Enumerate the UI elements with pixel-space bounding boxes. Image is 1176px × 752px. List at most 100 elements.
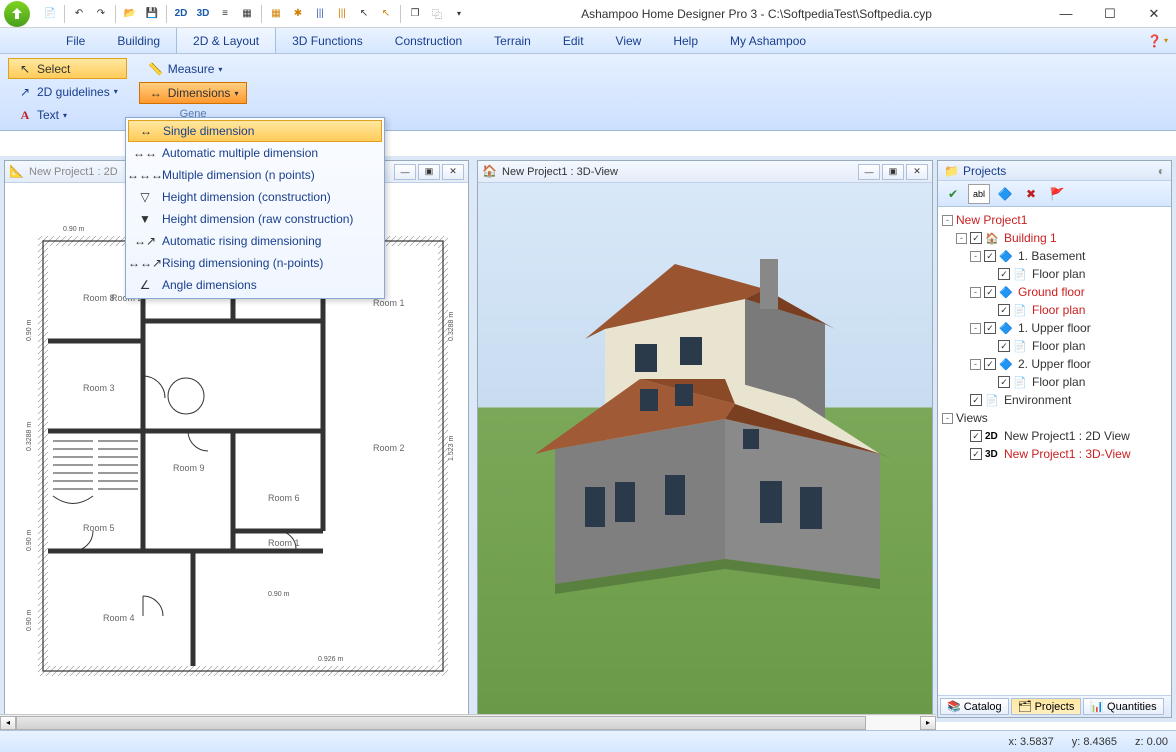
tree-checkbox[interactable]: ✓	[984, 250, 996, 262]
pane-2d-close[interactable]: ✕	[442, 164, 464, 180]
proj-tb-rename-icon[interactable]: abl	[968, 184, 990, 204]
tree-row-1[interactable]: -✓🏠Building 1	[942, 229, 1167, 247]
maximize-button[interactable]: ☐	[1088, 0, 1132, 28]
2d-guidelines-button[interactable]: ↗2D guidelines▾	[8, 81, 127, 102]
scroll-thumb[interactable]	[16, 716, 866, 730]
tree-checkbox[interactable]: ✓	[998, 268, 1010, 280]
tree-toggle[interactable]: -	[942, 215, 953, 226]
menu-building[interactable]: Building	[101, 28, 176, 53]
tree-row-12[interactable]: ✓2DNew Project1 : 2D View	[942, 427, 1167, 445]
tree-checkbox[interactable]: ✓	[970, 430, 982, 442]
menu-construction[interactable]: Construction	[379, 28, 478, 53]
qat-2d-icon[interactable]: 2D	[171, 4, 191, 24]
scroll-right-button[interactable]: ▸	[920, 716, 936, 730]
tree-checkbox[interactable]: ✓	[984, 358, 996, 370]
menu-edit[interactable]: Edit	[547, 28, 600, 53]
tree-row-6[interactable]: -✓🔷1. Upper floor	[942, 319, 1167, 337]
dim-menu-item-4[interactable]: ▼Height dimension (raw construction)	[128, 208, 382, 230]
menu-3d-functions[interactable]: 3D Functions	[276, 28, 379, 53]
app-icon[interactable]	[4, 1, 30, 27]
tree-checkbox[interactable]: ✓	[998, 376, 1010, 388]
minimize-button[interactable]: —	[1044, 0, 1088, 28]
projects-pin-icon[interactable]: ◐	[1158, 164, 1165, 178]
select-button[interactable]: ↖Select	[8, 58, 127, 79]
proj-tb-check-icon[interactable]: ✔	[942, 184, 964, 204]
tree-checkbox[interactable]: ✓	[998, 340, 1010, 352]
proj-tb-flag-icon[interactable]: 🚩	[1046, 184, 1068, 204]
qat-new-icon[interactable]: 📄	[40, 4, 60, 24]
tree-toggle[interactable]: -	[970, 287, 981, 298]
close-button[interactable]: ✕	[1132, 0, 1176, 28]
qat-undo-icon[interactable]: ↶	[69, 4, 89, 24]
qat-guides-icon[interactable]: |||	[310, 4, 330, 24]
menu-file[interactable]: File	[50, 28, 101, 53]
tree-row-7[interactable]: ✓📄Floor plan	[942, 337, 1167, 355]
qat-3d-icon[interactable]: 3D	[193, 4, 213, 24]
qat-snap-icon[interactable]: ✱	[288, 4, 308, 24]
qat-copy-icon[interactable]: ⿻	[427, 4, 447, 24]
qat-open-icon[interactable]: 📂	[120, 4, 140, 24]
bottom-tab-quantities[interactable]: 📊Quantities	[1083, 698, 1163, 715]
tree-checkbox[interactable]: ✓	[970, 232, 982, 244]
tree-checkbox[interactable]: ✓	[984, 322, 996, 334]
pane-3d-minimize[interactable]: —	[858, 164, 880, 180]
dim-menu-item-6[interactable]: ↔↔↗Rising dimensioning (n-points)	[128, 252, 382, 274]
tree-row-3[interactable]: ✓📄Floor plan	[942, 265, 1167, 283]
qat-cursor2-icon[interactable]: ↖	[376, 4, 396, 24]
tree-toggle[interactable]: -	[970, 323, 981, 334]
dim-menu-item-2[interactable]: ↔↔↔Multiple dimension (n points)	[128, 164, 382, 186]
tree-checkbox[interactable]: ✓	[998, 304, 1010, 316]
pane-2d-minimize[interactable]: —	[394, 164, 416, 180]
tree-row-4[interactable]: -✓🔷Ground floor	[942, 283, 1167, 301]
menu-terrain[interactable]: Terrain	[478, 28, 547, 53]
qat-dropdown-icon[interactable]: ▾	[449, 4, 469, 24]
bottom-tab-catalog[interactable]: 📚Catalog	[940, 698, 1009, 715]
qat-list-icon[interactable]: ≡	[215, 4, 235, 24]
tree-row-5[interactable]: ✓📄Floor plan	[942, 301, 1167, 319]
projects-tree[interactable]: -New Project1-✓🏠Building 1-✓🔷1. Basement…	[938, 207, 1171, 695]
bottom-tab-projects[interactable]: 🗂Projects	[1011, 698, 1082, 715]
proj-tb-delete-icon[interactable]: ✖	[1020, 184, 1042, 204]
scroll-left-button[interactable]: ◂	[0, 716, 16, 730]
dimensions-button[interactable]: ↔Dimensions▾	[139, 82, 248, 104]
tree-row-13[interactable]: ✓3DNew Project1 : 3D-View	[942, 445, 1167, 463]
menu-help[interactable]: Help	[657, 28, 714, 53]
tree-row-9[interactable]: ✓📄Floor plan	[942, 373, 1167, 391]
tree-checkbox[interactable]: ✓	[970, 448, 982, 460]
dim-menu-item-3[interactable]: ▽Height dimension (construction)	[128, 186, 382, 208]
dim-menu-item-7[interactable]: ∠Angle dimensions	[128, 274, 382, 296]
measure-button[interactable]: 📏Measure▾	[139, 58, 248, 80]
menu-view[interactable]: View	[600, 28, 658, 53]
pane-3d-close[interactable]: ✕	[906, 164, 928, 180]
qat-grid-icon[interactable]: ▦	[266, 4, 286, 24]
dim-menu-item-5[interactable]: ↔↗Automatic rising dimensioning	[128, 230, 382, 252]
qat-layers-icon[interactable]: ▦	[237, 4, 257, 24]
tree-row-11[interactable]: -Views	[942, 409, 1167, 427]
qat-cursor-icon[interactable]: ↖	[354, 4, 374, 24]
menu-2d-layout[interactable]: 2D & Layout	[176, 28, 276, 53]
3d-canvas[interactable]	[478, 183, 932, 717]
qat-window-icon[interactable]: ❐	[405, 4, 425, 24]
tree-toggle[interactable]: -	[942, 413, 953, 424]
scroll-track[interactable]	[16, 716, 920, 730]
dim-menu-item-1[interactable]: ↔↔Automatic multiple dimension	[128, 142, 382, 164]
qat-guides2-icon[interactable]: |||	[332, 4, 352, 24]
tree-row-0[interactable]: -New Project1	[942, 211, 1167, 229]
horizontal-scrollbar[interactable]: ◂ ▸	[0, 714, 936, 730]
tree-checkbox[interactable]: ✓	[970, 394, 982, 406]
tree-toggle[interactable]: -	[970, 359, 981, 370]
pane-2d-maximize[interactable]: ▣	[418, 164, 440, 180]
tree-row-10[interactable]: ✓📄Environment	[942, 391, 1167, 409]
proj-tb-layers-icon[interactable]: 🔷	[994, 184, 1016, 204]
qat-save-icon[interactable]: 💾	[142, 4, 162, 24]
dim-menu-item-0[interactable]: ↔Single dimension	[128, 120, 382, 142]
tree-toggle[interactable]: -	[970, 251, 981, 262]
tree-row-8[interactable]: -✓🔷2. Upper floor	[942, 355, 1167, 373]
menu-my-ashampoo[interactable]: My Ashampoo	[714, 28, 822, 53]
pane-3d-maximize[interactable]: ▣	[882, 164, 904, 180]
text-button[interactable]: AText▾	[8, 105, 127, 126]
tree-toggle[interactable]: -	[956, 233, 967, 244]
tree-row-2[interactable]: -✓🔷1. Basement	[942, 247, 1167, 265]
qat-redo-icon[interactable]: ↷	[91, 4, 111, 24]
help-icon[interactable]: ❓▾	[1147, 28, 1168, 53]
